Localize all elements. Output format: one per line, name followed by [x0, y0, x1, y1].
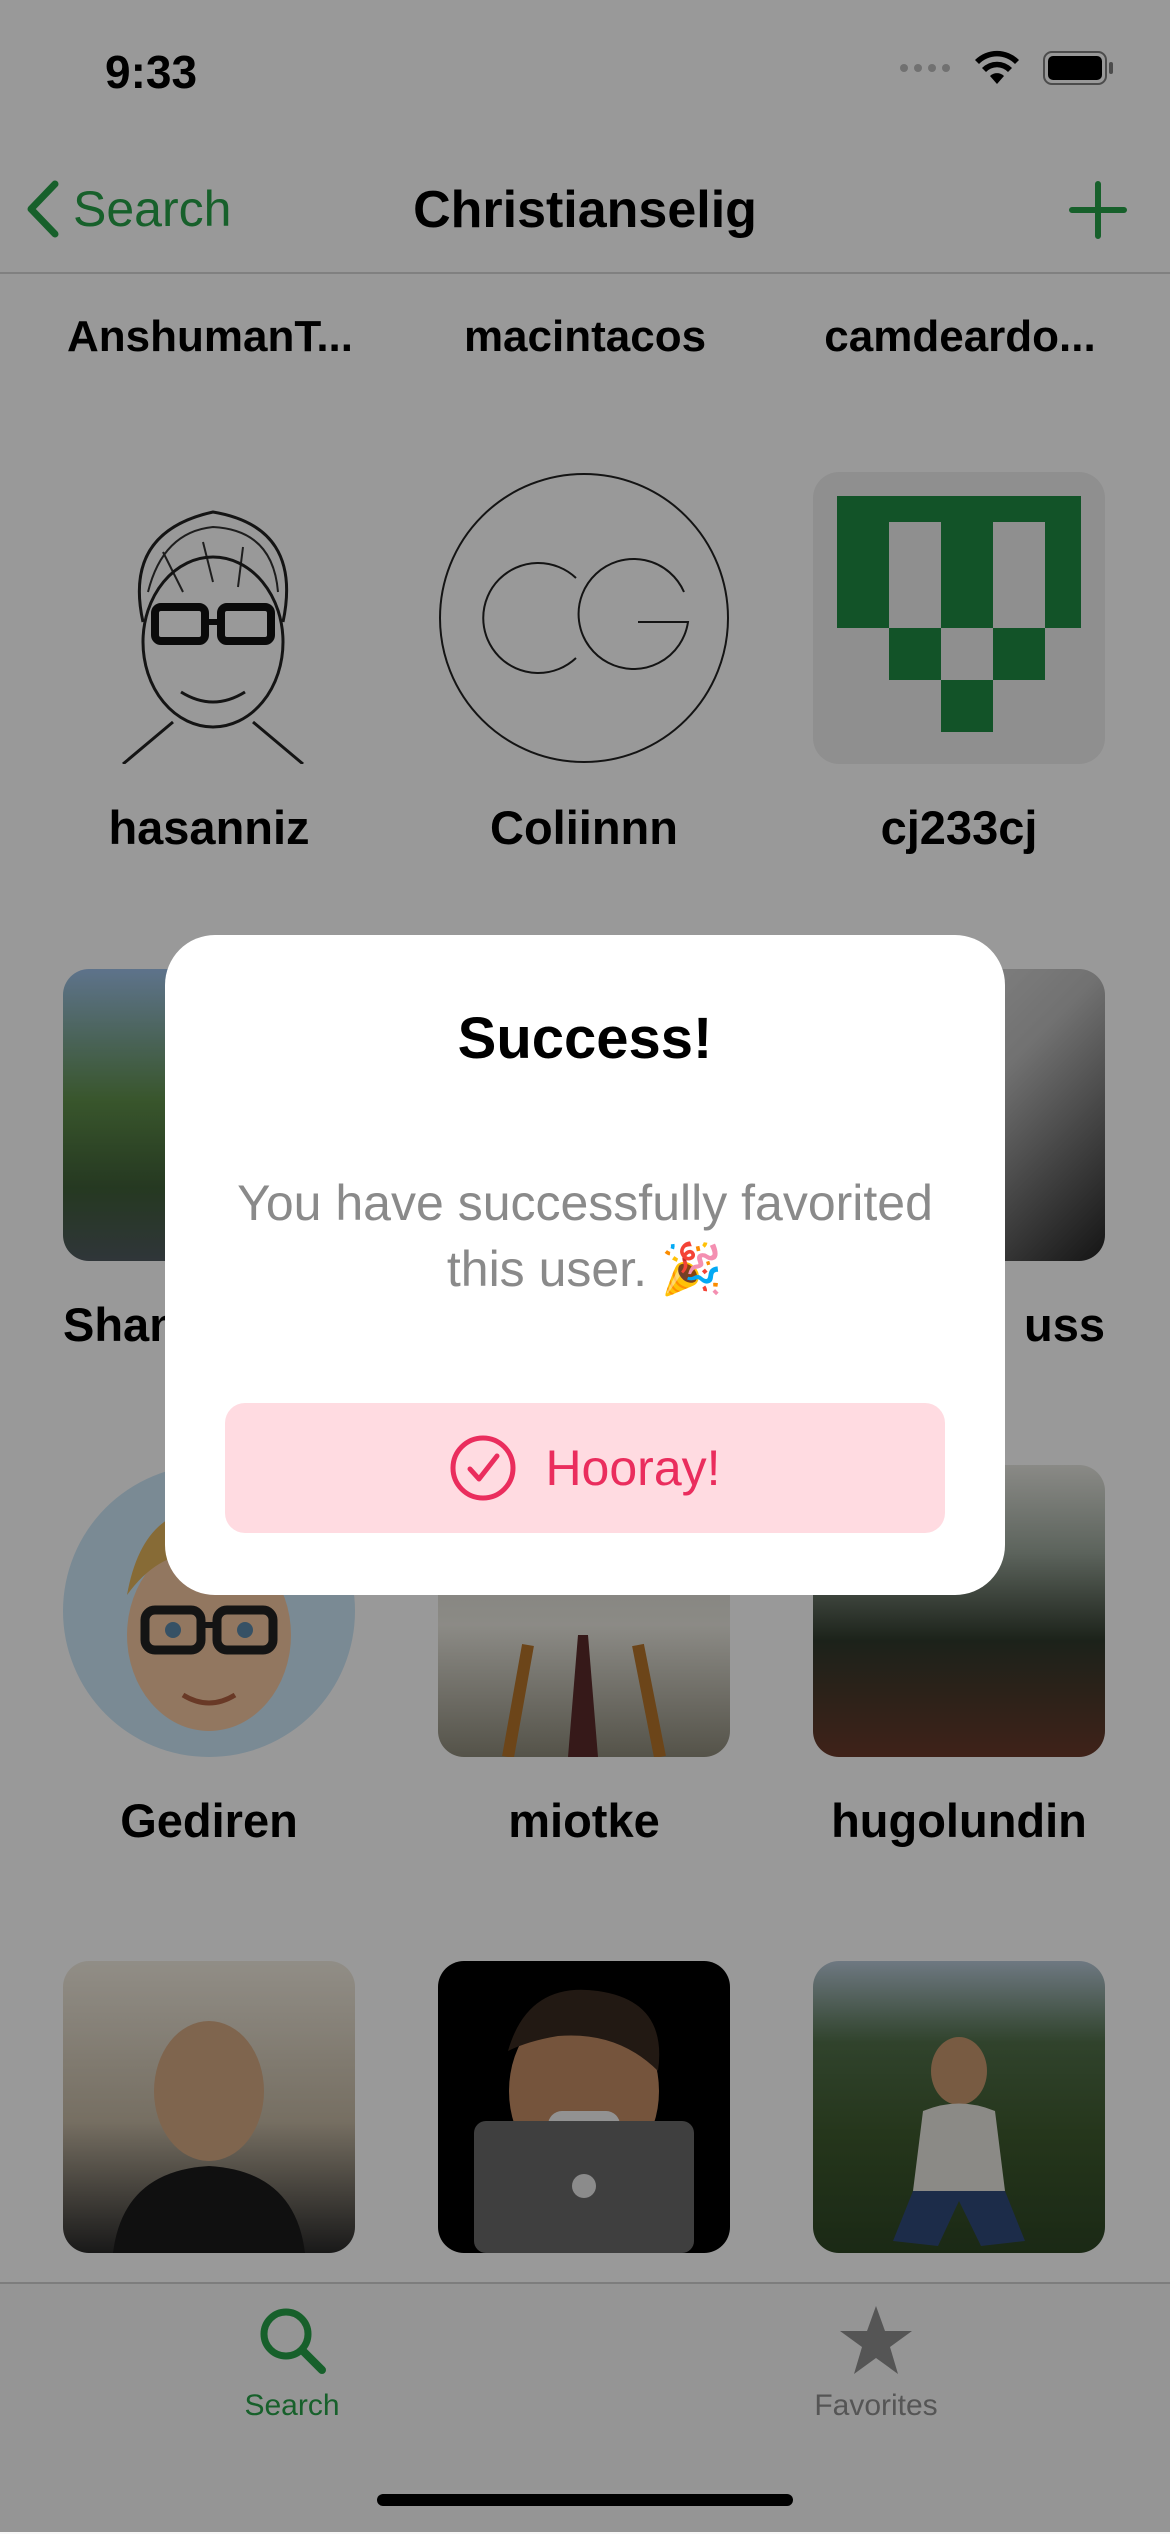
hooray-button[interactable]: Hooray!: [225, 1403, 945, 1533]
checkmark-circle-icon: [450, 1435, 516, 1501]
success-alert: Success! You have successfully favorited…: [165, 935, 1005, 1595]
alert-message: You have successfully favorited this use…: [237, 1175, 933, 1297]
alert-title: Success!: [457, 1006, 713, 1071]
hooray-button-label: Hooray!: [545, 1440, 721, 1496]
